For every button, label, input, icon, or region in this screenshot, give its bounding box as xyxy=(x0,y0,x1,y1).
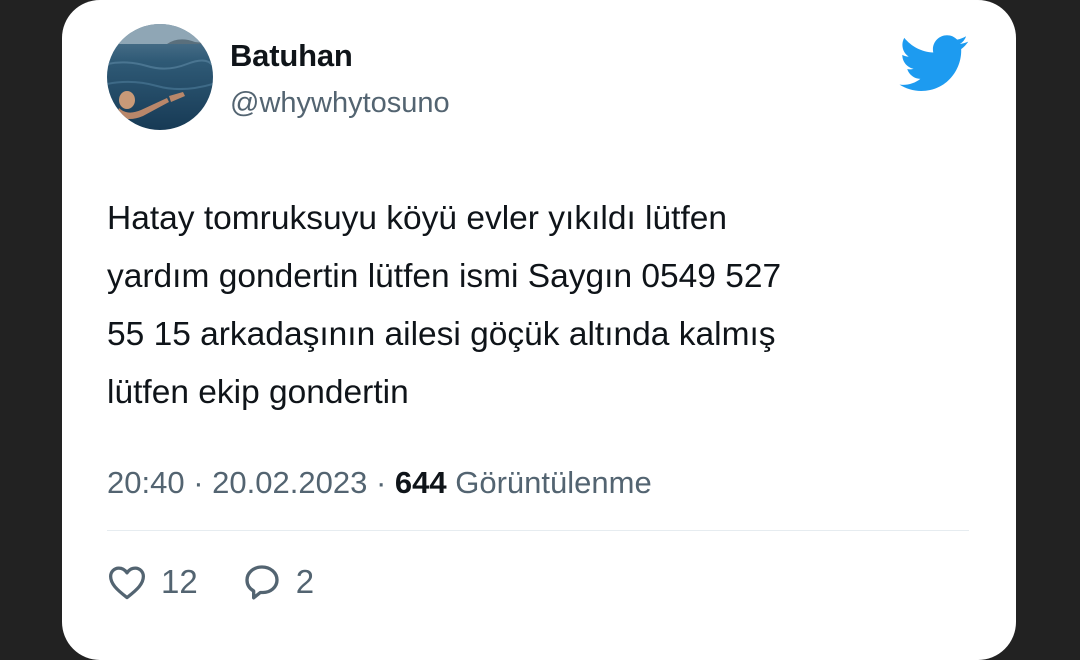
tweet-text: Hatay tomruksuyu köyü evler yıkıldı lütf… xyxy=(107,200,782,411)
separator: · xyxy=(375,465,387,500)
comment-bubble-icon xyxy=(242,562,282,602)
view-label: Görüntülenme xyxy=(455,465,652,500)
separator: · xyxy=(193,465,204,500)
heart-icon xyxy=(107,564,147,600)
twitter-bird-icon xyxy=(897,33,969,93)
like-button[interactable]: 12 xyxy=(107,563,198,601)
reply-count: 2 xyxy=(295,563,315,600)
action-bar: 12 2 xyxy=(107,562,358,602)
divider xyxy=(107,530,969,531)
like-count: 12 xyxy=(161,563,198,600)
avatar[interactable] xyxy=(107,24,213,130)
view-count: 644 xyxy=(394,465,447,500)
tweet-card: Batuhan @whywhytosuno Hatay tomruksuyu k… xyxy=(62,0,1016,660)
tweet-date[interactable]: 20.02.2023 xyxy=(212,465,367,500)
author-name[interactable]: Batuhan xyxy=(230,38,353,74)
tweet-metadata: 20:40 · 20.02.2023 · 644 Görüntülenme xyxy=(107,465,652,501)
tweet-time[interactable]: 20:40 xyxy=(107,465,185,500)
reply-button[interactable]: 2 xyxy=(242,562,314,602)
author-handle[interactable]: @whywhytosuno xyxy=(230,87,450,120)
